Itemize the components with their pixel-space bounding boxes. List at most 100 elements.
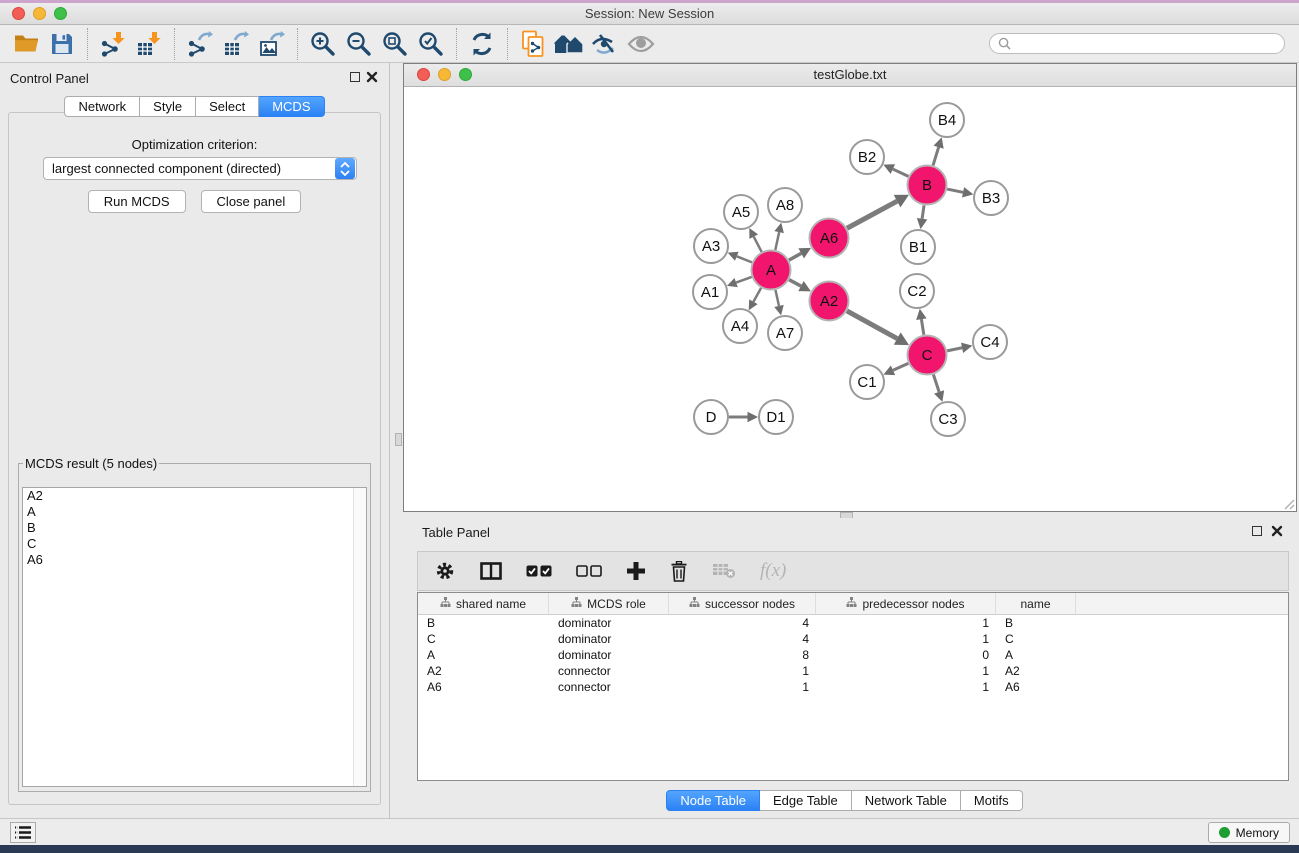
table-tab-node-table[interactable]: Node Table <box>666 790 760 811</box>
table-cell[interactable]: 4 <box>669 616 816 630</box>
column-header-shared-name[interactable]: shared name <box>418 593 549 614</box>
graph-node-B4[interactable]: B4 <box>930 103 964 137</box>
graph-edge-C-C4[interactable] <box>947 343 972 353</box>
mcds-result-item[interactable]: A2 <box>23 488 366 504</box>
table-cell[interactable]: connector <box>549 680 669 694</box>
table-cell[interactable]: A6 <box>418 680 549 694</box>
graph-node-C2[interactable]: C2 <box>900 274 934 308</box>
tab-style[interactable]: Style <box>140 96 196 117</box>
table-cell[interactable]: A2 <box>996 664 1076 678</box>
zoom-out-icon[interactable] <box>341 27 377 61</box>
table-row[interactable]: A2connector11A2 <box>418 663 1288 679</box>
graph-edge-A2-C[interactable] <box>847 311 909 345</box>
function-builder-icon[interactable]: f(x) <box>760 558 786 584</box>
column-header-successor-nodes[interactable]: successor nodes <box>669 593 816 614</box>
graph-node-B2[interactable]: B2 <box>850 140 884 174</box>
table-cell[interactable]: C <box>418 632 549 646</box>
graph-node-A3[interactable]: A3 <box>694 229 728 263</box>
graph-edge-B-B1[interactable] <box>917 205 927 229</box>
column-header-mcds-role[interactable]: MCDS role <box>549 593 669 614</box>
graph-node-C1[interactable]: C1 <box>850 365 884 399</box>
graph-node-D1[interactable]: D1 <box>759 400 793 434</box>
table-close-icon[interactable] <box>1271 525 1283 537</box>
tab-network[interactable]: Network <box>64 96 140 117</box>
import-table-icon[interactable] <box>131 27 167 61</box>
float-panel-icon[interactable] <box>350 72 360 82</box>
graph-edge-A-A1[interactable] <box>727 277 752 287</box>
table-cell[interactable]: 8 <box>669 648 816 662</box>
graph-edge-B-B4[interactable] <box>933 137 944 165</box>
network-from-selection-icon[interactable] <box>515 27 551 61</box>
table-cell[interactable]: B <box>418 616 549 630</box>
graph-edge-C-C2[interactable] <box>916 309 926 335</box>
graph-node-B[interactable]: B <box>908 166 947 205</box>
table-cell[interactable]: 1 <box>816 664 996 678</box>
mcds-result-scrollbar[interactable] <box>353 488 366 786</box>
table-cell[interactable]: C <box>996 632 1076 646</box>
table-settings-gear-icon[interactable] <box>434 558 456 584</box>
delete-column-icon[interactable] <box>670 558 688 584</box>
table-cell[interactable]: 1 <box>816 632 996 646</box>
home-icon[interactable] <box>551 27 587 61</box>
graph-node-B3[interactable]: B3 <box>974 181 1008 215</box>
search-box[interactable] <box>989 33 1285 54</box>
graph-node-C4[interactable]: C4 <box>973 325 1007 359</box>
table-cell[interactable]: 0 <box>816 648 996 662</box>
table-cell[interactable]: A <box>418 648 549 662</box>
show-hide-icon[interactable] <box>623 27 659 61</box>
optimization-criterion-select[interactable]: largest connected component (directed) <box>43 157 357 180</box>
mcds-result-item[interactable]: B <box>23 520 366 536</box>
table-cell[interactable]: A <box>996 648 1076 662</box>
open-session-icon[interactable] <box>8 27 44 61</box>
table-cell[interactable]: A6 <box>996 680 1076 694</box>
close-panel-button[interactable]: Close panel <box>201 190 302 213</box>
zoom-in-icon[interactable] <box>305 27 341 61</box>
apply-layout-icon[interactable] <box>464 27 500 61</box>
graph-node-C3[interactable]: C3 <box>931 402 965 436</box>
graph-node-A5[interactable]: A5 <box>724 195 758 229</box>
graph-edge-A-A3[interactable] <box>728 252 752 263</box>
graph-node-A8[interactable]: A8 <box>768 188 802 222</box>
column-header-name[interactable]: name <box>996 593 1076 614</box>
table-cell[interactable]: 1 <box>669 680 816 694</box>
close-panel-icon[interactable] <box>366 71 378 83</box>
table-cell[interactable]: 4 <box>669 632 816 646</box>
table-cell[interactable]: B <box>996 616 1076 630</box>
graph-edge-B-B2[interactable] <box>883 164 908 176</box>
mcds-result-item[interactable]: A <box>23 504 366 520</box>
graph-node-A[interactable]: A <box>752 251 791 290</box>
graph-edge-A-A5[interactable] <box>749 228 761 252</box>
memory-button[interactable]: Memory <box>1208 822 1290 843</box>
resize-corner-icon[interactable] <box>1283 498 1295 510</box>
vertical-split-grip[interactable] <box>395 433 402 446</box>
zoom-fit-icon[interactable] <box>377 27 413 61</box>
tab-select[interactable]: Select <box>196 96 259 117</box>
column-visibility-icon[interactable] <box>480 558 502 584</box>
save-session-icon[interactable] <box>44 27 80 61</box>
graph-edge-D-D1[interactable] <box>729 412 758 423</box>
table-cell[interactable]: 1 <box>816 616 996 630</box>
table-cell[interactable]: dominator <box>549 616 669 630</box>
table-row[interactable]: Bdominator41B <box>418 615 1288 631</box>
table-cell[interactable]: 1 <box>816 680 996 694</box>
graph-edge-A-A4[interactable] <box>749 288 761 310</box>
mcds-result-item[interactable]: C <box>23 536 366 552</box>
graph-edge-C-C3[interactable] <box>933 374 944 401</box>
graph-edge-A-A6[interactable] <box>789 248 811 260</box>
search-input[interactable] <box>1016 37 1276 51</box>
export-network-icon[interactable] <box>182 27 218 61</box>
graph-edge-A-A7[interactable] <box>774 290 783 315</box>
add-column-icon[interactable] <box>626 558 646 584</box>
network-canvas[interactable]: B4B2BB3A8A5A6A3B1AA1C2A2A4A7C4CC1DD1C3 <box>404 87 1296 511</box>
table-row[interactable]: Cdominator41C <box>418 631 1288 647</box>
table-row[interactable]: A6connector11A6 <box>418 679 1288 695</box>
table-float-icon[interactable] <box>1252 526 1262 536</box>
graph-edge-B-B3[interactable] <box>947 187 973 197</box>
graph-edge-A6-B[interactable] <box>847 195 909 228</box>
run-mcds-button[interactable]: Run MCDS <box>88 190 186 213</box>
table-tab-network-table[interactable]: Network Table <box>852 790 961 811</box>
table-cell[interactable]: dominator <box>549 632 669 646</box>
graph-node-A7[interactable]: A7 <box>768 316 802 350</box>
table-tab-motifs[interactable]: Motifs <box>961 790 1023 811</box>
tab-mcds[interactable]: MCDS <box>259 96 324 117</box>
